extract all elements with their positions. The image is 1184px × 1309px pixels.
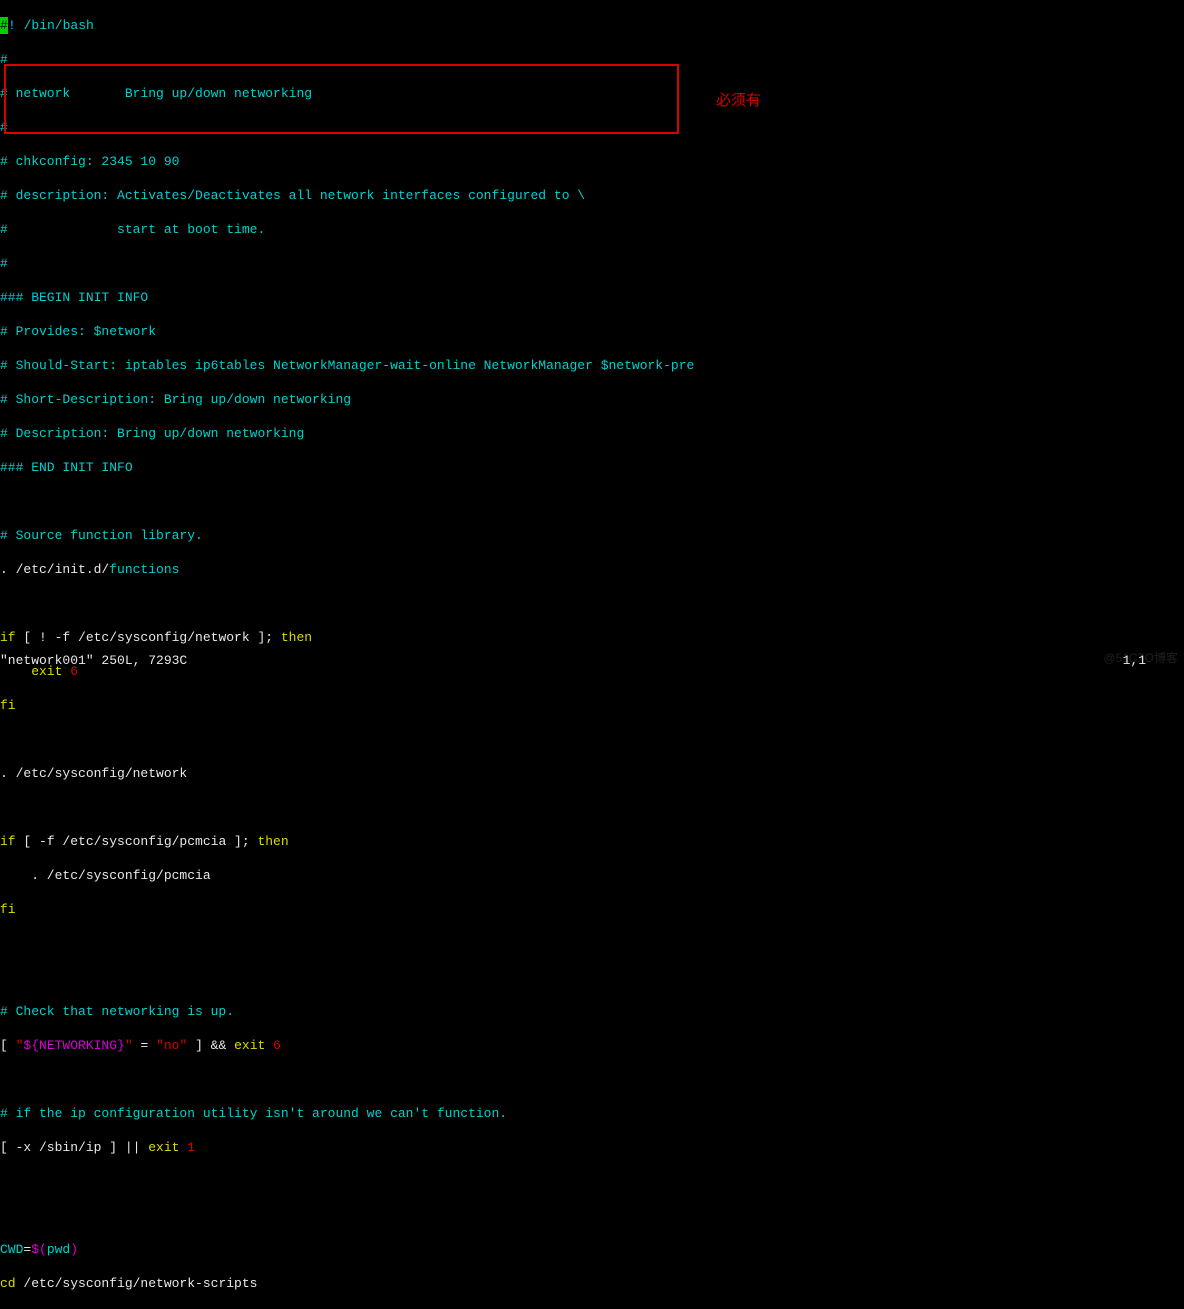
- code-text: CWD: [0, 1242, 23, 1257]
- code-text: # Short-Description: Bring up/down netwo…: [0, 392, 351, 407]
- code-text: ### END INIT INFO: [0, 460, 133, 475]
- code-text: "no": [156, 1038, 187, 1053]
- code-text: ): [70, 1242, 78, 1257]
- code-text: #: [0, 52, 8, 67]
- code-text: $(: [31, 1242, 47, 1257]
- status-bar: "network001" 250L, 7293C 1,1: [0, 652, 1184, 669]
- code-text: [ -x /sbin/ip ] ||: [0, 1140, 148, 1155]
- code-text: # Provides: $network: [0, 324, 156, 339]
- code-text: # Should-Start: iptables ip6tables Netwo…: [0, 358, 694, 373]
- code-text: . /etc/sysconfig/network: [0, 766, 187, 781]
- code-text: pwd: [47, 1242, 70, 1257]
- code-text: ": [16, 1038, 24, 1053]
- code-text: # Source function library.: [0, 528, 203, 543]
- code-text: /etc/sysconfig/network-scripts: [16, 1276, 258, 1291]
- code-text: fi: [0, 902, 16, 917]
- code-text: # network Bring up/down networking: [0, 86, 312, 101]
- code-text: ${NETWORKING}: [23, 1038, 124, 1053]
- code-text: # if the ip configuration utility isn't …: [0, 1106, 507, 1121]
- code-text: [ -f /etc/sysconfig/pcmcia ];: [16, 834, 258, 849]
- code-text: # Description: Bring up/down networking: [0, 426, 304, 441]
- status-filename: "network001" 250L, 7293C: [0, 652, 187, 669]
- code-text: ] &&: [187, 1038, 234, 1053]
- code-text: =: [23, 1242, 31, 1257]
- code-text: . /etc/sysconfig/pcmcia: [0, 868, 211, 883]
- code-text: [ ! -f /etc/sysconfig/network ];: [16, 630, 281, 645]
- code-text: then: [257, 834, 288, 849]
- code-text: exit: [234, 1038, 273, 1053]
- code-text: functions: [109, 562, 179, 577]
- code-text: # start at boot time.: [0, 222, 265, 237]
- code-text: # Check that networking is up.: [0, 1004, 234, 1019]
- annotation-text: 必须有: [716, 92, 761, 109]
- cursor: #: [0, 17, 8, 34]
- code-text: # description: Activates/Deactivates all…: [0, 188, 585, 203]
- code-text: [: [0, 1038, 16, 1053]
- code-text: 1: [187, 1140, 195, 1155]
- code-text: if: [0, 630, 16, 645]
- code-text: #: [0, 256, 8, 271]
- code-text: if: [0, 834, 16, 849]
- code-text: # chkconfig: 2345 10 90: [0, 154, 179, 169]
- code-text: then: [281, 630, 312, 645]
- code-text: fi: [0, 698, 16, 713]
- code-text: ": [125, 1038, 133, 1053]
- code-text: cd: [0, 1276, 16, 1291]
- code-text: ! /bin/bash: [8, 18, 94, 33]
- code-text: #: [0, 120, 8, 135]
- code-text: 6: [273, 1038, 281, 1053]
- watermark: @51CTO博客: [1103, 650, 1178, 667]
- code-text: . /etc/init.d/: [0, 562, 109, 577]
- code-text: exit: [148, 1140, 187, 1155]
- code-text: ### BEGIN INIT INFO: [0, 290, 148, 305]
- code-text: =: [133, 1038, 156, 1053]
